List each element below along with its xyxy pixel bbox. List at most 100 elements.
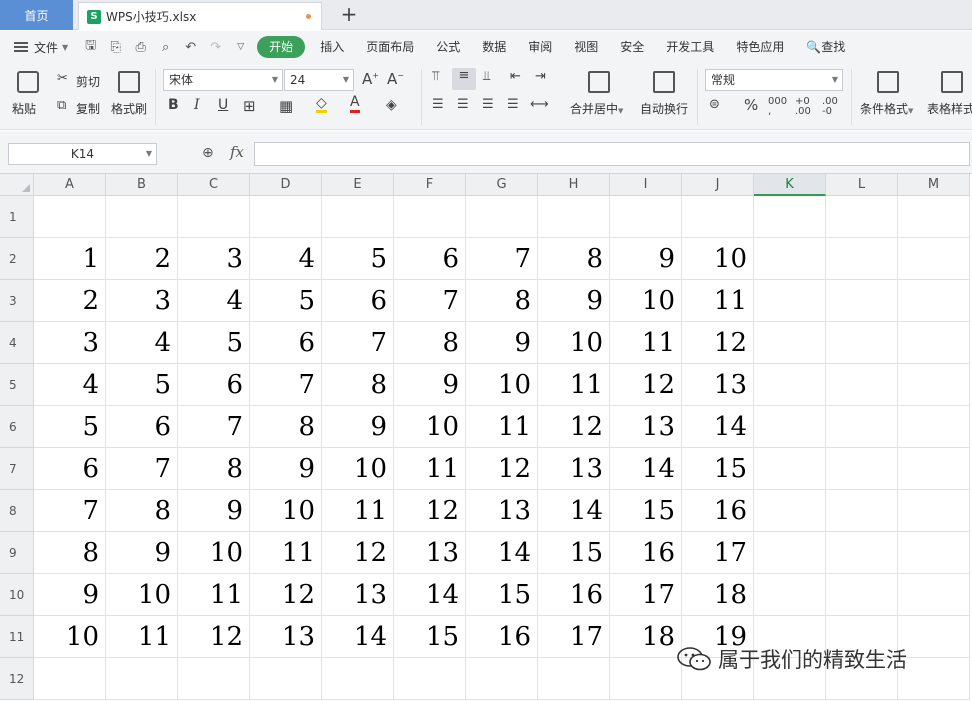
cell-f10[interactable]: 14: [394, 574, 466, 616]
cell-d1[interactable]: [250, 196, 322, 238]
cell-j4[interactable]: 12: [682, 322, 754, 364]
row-header-4[interactable]: 4: [0, 322, 34, 364]
cell-d4[interactable]: 6: [250, 322, 322, 364]
cell-d3[interactable]: 5: [250, 280, 322, 322]
align-bottom-icon[interactable]: ⫫: [483, 69, 490, 84]
fill-color-icon[interactable]: ◇: [316, 96, 327, 113]
cell-i12[interactable]: [610, 658, 682, 700]
decrease-font-icon[interactable]: A−: [387, 70, 404, 88]
cell-c1[interactable]: [178, 196, 250, 238]
justify-icon[interactable]: ☰: [507, 97, 519, 112]
cell-i4[interactable]: 11: [610, 322, 682, 364]
cell-c9[interactable]: 10: [178, 532, 250, 574]
cell-k9[interactable]: [754, 532, 826, 574]
cell-l4[interactable]: [826, 322, 898, 364]
align-middle-icon[interactable]: ≡: [452, 68, 476, 90]
cell-c8[interactable]: 9: [178, 490, 250, 532]
cell-m11[interactable]: [898, 616, 970, 658]
cell-h2[interactable]: 8: [538, 238, 610, 280]
tab-developer[interactable]: 开发工具: [655, 36, 725, 58]
row-header-6[interactable]: 6: [0, 406, 34, 448]
formula-input[interactable]: [254, 142, 970, 166]
row-header-9[interactable]: 9: [0, 532, 34, 574]
cell-g5[interactable]: 10: [466, 364, 538, 406]
cell-l5[interactable]: [826, 364, 898, 406]
distribute-icon[interactable]: ⟷: [530, 97, 549, 112]
border-icon[interactable]: ⊞: [243, 97, 256, 115]
cell-f5[interactable]: 9: [394, 364, 466, 406]
format-painter-icon[interactable]: [118, 71, 140, 93]
cell-a8[interactable]: 7: [34, 490, 106, 532]
cell-j1[interactable]: [682, 196, 754, 238]
cell-m6[interactable]: [898, 406, 970, 448]
column-header-d[interactable]: D: [250, 174, 322, 196]
cell-m7[interactable]: [898, 448, 970, 490]
tab-data[interactable]: 数据: [471, 36, 517, 58]
column-header-i[interactable]: I: [610, 174, 682, 196]
cell-b1[interactable]: [106, 196, 178, 238]
cell-i7[interactable]: 14: [610, 448, 682, 490]
cell-c2[interactable]: 3: [178, 238, 250, 280]
cell-j5[interactable]: 13: [682, 364, 754, 406]
tab-view[interactable]: 视图: [563, 36, 609, 58]
cell-i9[interactable]: 16: [610, 532, 682, 574]
cell-e12[interactable]: [322, 658, 394, 700]
cell-a2[interactable]: 1: [34, 238, 106, 280]
cell-i10[interactable]: 17: [610, 574, 682, 616]
cell-l3[interactable]: [826, 280, 898, 322]
cell-j10[interactable]: 18: [682, 574, 754, 616]
table-style-icon[interactable]: [941, 71, 963, 93]
row-header-11[interactable]: 11: [0, 616, 34, 658]
cell-b6[interactable]: 6: [106, 406, 178, 448]
column-header-h[interactable]: H: [538, 174, 610, 196]
cell-c10[interactable]: 11: [178, 574, 250, 616]
align-right-icon[interactable]: ☰: [482, 97, 494, 112]
cell-b4[interactable]: 4: [106, 322, 178, 364]
currency-icon[interactable]: ⊜: [709, 97, 720, 112]
tab-security[interactable]: 安全: [609, 36, 655, 58]
column-header-c[interactable]: C: [178, 174, 250, 196]
align-center-icon[interactable]: ☰: [457, 97, 469, 112]
cell-i1[interactable]: [610, 196, 682, 238]
cell-h1[interactable]: [538, 196, 610, 238]
cell-e6[interactable]: 9: [322, 406, 394, 448]
cell-a9[interactable]: 8: [34, 532, 106, 574]
cell-a3[interactable]: 2: [34, 280, 106, 322]
save-icon[interactable]: 🖫: [82, 36, 99, 58]
cell-l10[interactable]: [826, 574, 898, 616]
print-preview-icon[interactable]: ⌕: [157, 40, 174, 55]
cell-d2[interactable]: 4: [250, 238, 322, 280]
percent-button[interactable]: %: [744, 96, 758, 114]
tab-page-layout[interactable]: 页面布局: [355, 36, 425, 58]
cell-g9[interactable]: 14: [466, 532, 538, 574]
cell-e7[interactable]: 10: [322, 448, 394, 490]
thousands-separator-icon[interactable]: 000,: [768, 97, 787, 117]
cell-h6[interactable]: 12: [538, 406, 610, 448]
cell-j8[interactable]: 16: [682, 490, 754, 532]
cell-e3[interactable]: 6: [322, 280, 394, 322]
cell-m12[interactable]: [898, 658, 970, 700]
cell-i3[interactable]: 10: [610, 280, 682, 322]
cell-g6[interactable]: 11: [466, 406, 538, 448]
cell-i6[interactable]: 13: [610, 406, 682, 448]
cell-e2[interactable]: 5: [322, 238, 394, 280]
bold-icon[interactable]: B: [168, 97, 179, 113]
cell-c5[interactable]: 6: [178, 364, 250, 406]
cell-h12[interactable]: [538, 658, 610, 700]
merge-center-button[interactable]: 合并居中▼: [570, 100, 623, 117]
cell-e10[interactable]: 13: [322, 574, 394, 616]
row-header-7[interactable]: 7: [0, 448, 34, 490]
row-header-12[interactable]: 12: [0, 658, 34, 700]
cell-a1[interactable]: [34, 196, 106, 238]
cell-h11[interactable]: 17: [538, 616, 610, 658]
tab-start[interactable]: 开始: [257, 36, 306, 58]
column-header-a[interactable]: A: [34, 174, 106, 196]
column-header-b[interactable]: B: [106, 174, 178, 196]
cell-k7[interactable]: [754, 448, 826, 490]
cell-d11[interactable]: 13: [250, 616, 322, 658]
cell-f7[interactable]: 11: [394, 448, 466, 490]
cell-m3[interactable]: [898, 280, 970, 322]
cell-l2[interactable]: [826, 238, 898, 280]
cell-j3[interactable]: 11: [682, 280, 754, 322]
row-header-10[interactable]: 10: [0, 574, 34, 616]
